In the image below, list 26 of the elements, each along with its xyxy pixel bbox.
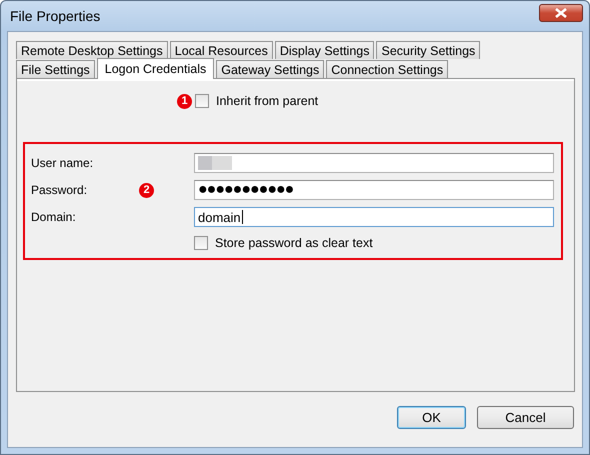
- tab[interactable]: Security Settings: [376, 41, 480, 59]
- tab[interactable]: Logon Credentials: [96, 58, 214, 79]
- field-label: Password:: [31, 183, 88, 197]
- close-icon: [554, 8, 568, 18]
- tab[interactable]: Remote Desktop Settings: [16, 41, 168, 59]
- callout-number: 2: [139, 182, 154, 198]
- tab[interactable]: Display Settings: [274, 41, 374, 59]
- ok-button[interactable]: OK: [397, 406, 466, 429]
- close-button[interactable]: [539, 4, 583, 22]
- cancel-button[interactable]: Cancel: [477, 406, 574, 429]
- store-checkbox[interactable]: [194, 236, 208, 250]
- input-field[interactable]: domain: [194, 207, 554, 227]
- tab[interactable]: Local Resources: [170, 41, 273, 59]
- field-label: Domain:: [31, 210, 76, 224]
- checkbox-label: Store password as clear text: [215, 236, 373, 250]
- field-label: User name:: [31, 156, 94, 170]
- input-field[interactable]: [194, 153, 554, 173]
- checkbox-label: Inherit from parent: [216, 94, 318, 108]
- tab[interactable]: Gateway Settings: [216, 60, 324, 78]
- window-title: File Properties: [9, 8, 100, 24]
- tab[interactable]: Connection Settings: [326, 60, 448, 78]
- tab[interactable]: File Settings: [16, 60, 95, 78]
- callout-number: 1: [177, 94, 192, 108]
- redacted-mark: [198, 156, 232, 170]
- input-field[interactable]: ●●●●●●●●●●●: [194, 180, 554, 200]
- inherit-checkbox[interactable]: [195, 94, 209, 108]
